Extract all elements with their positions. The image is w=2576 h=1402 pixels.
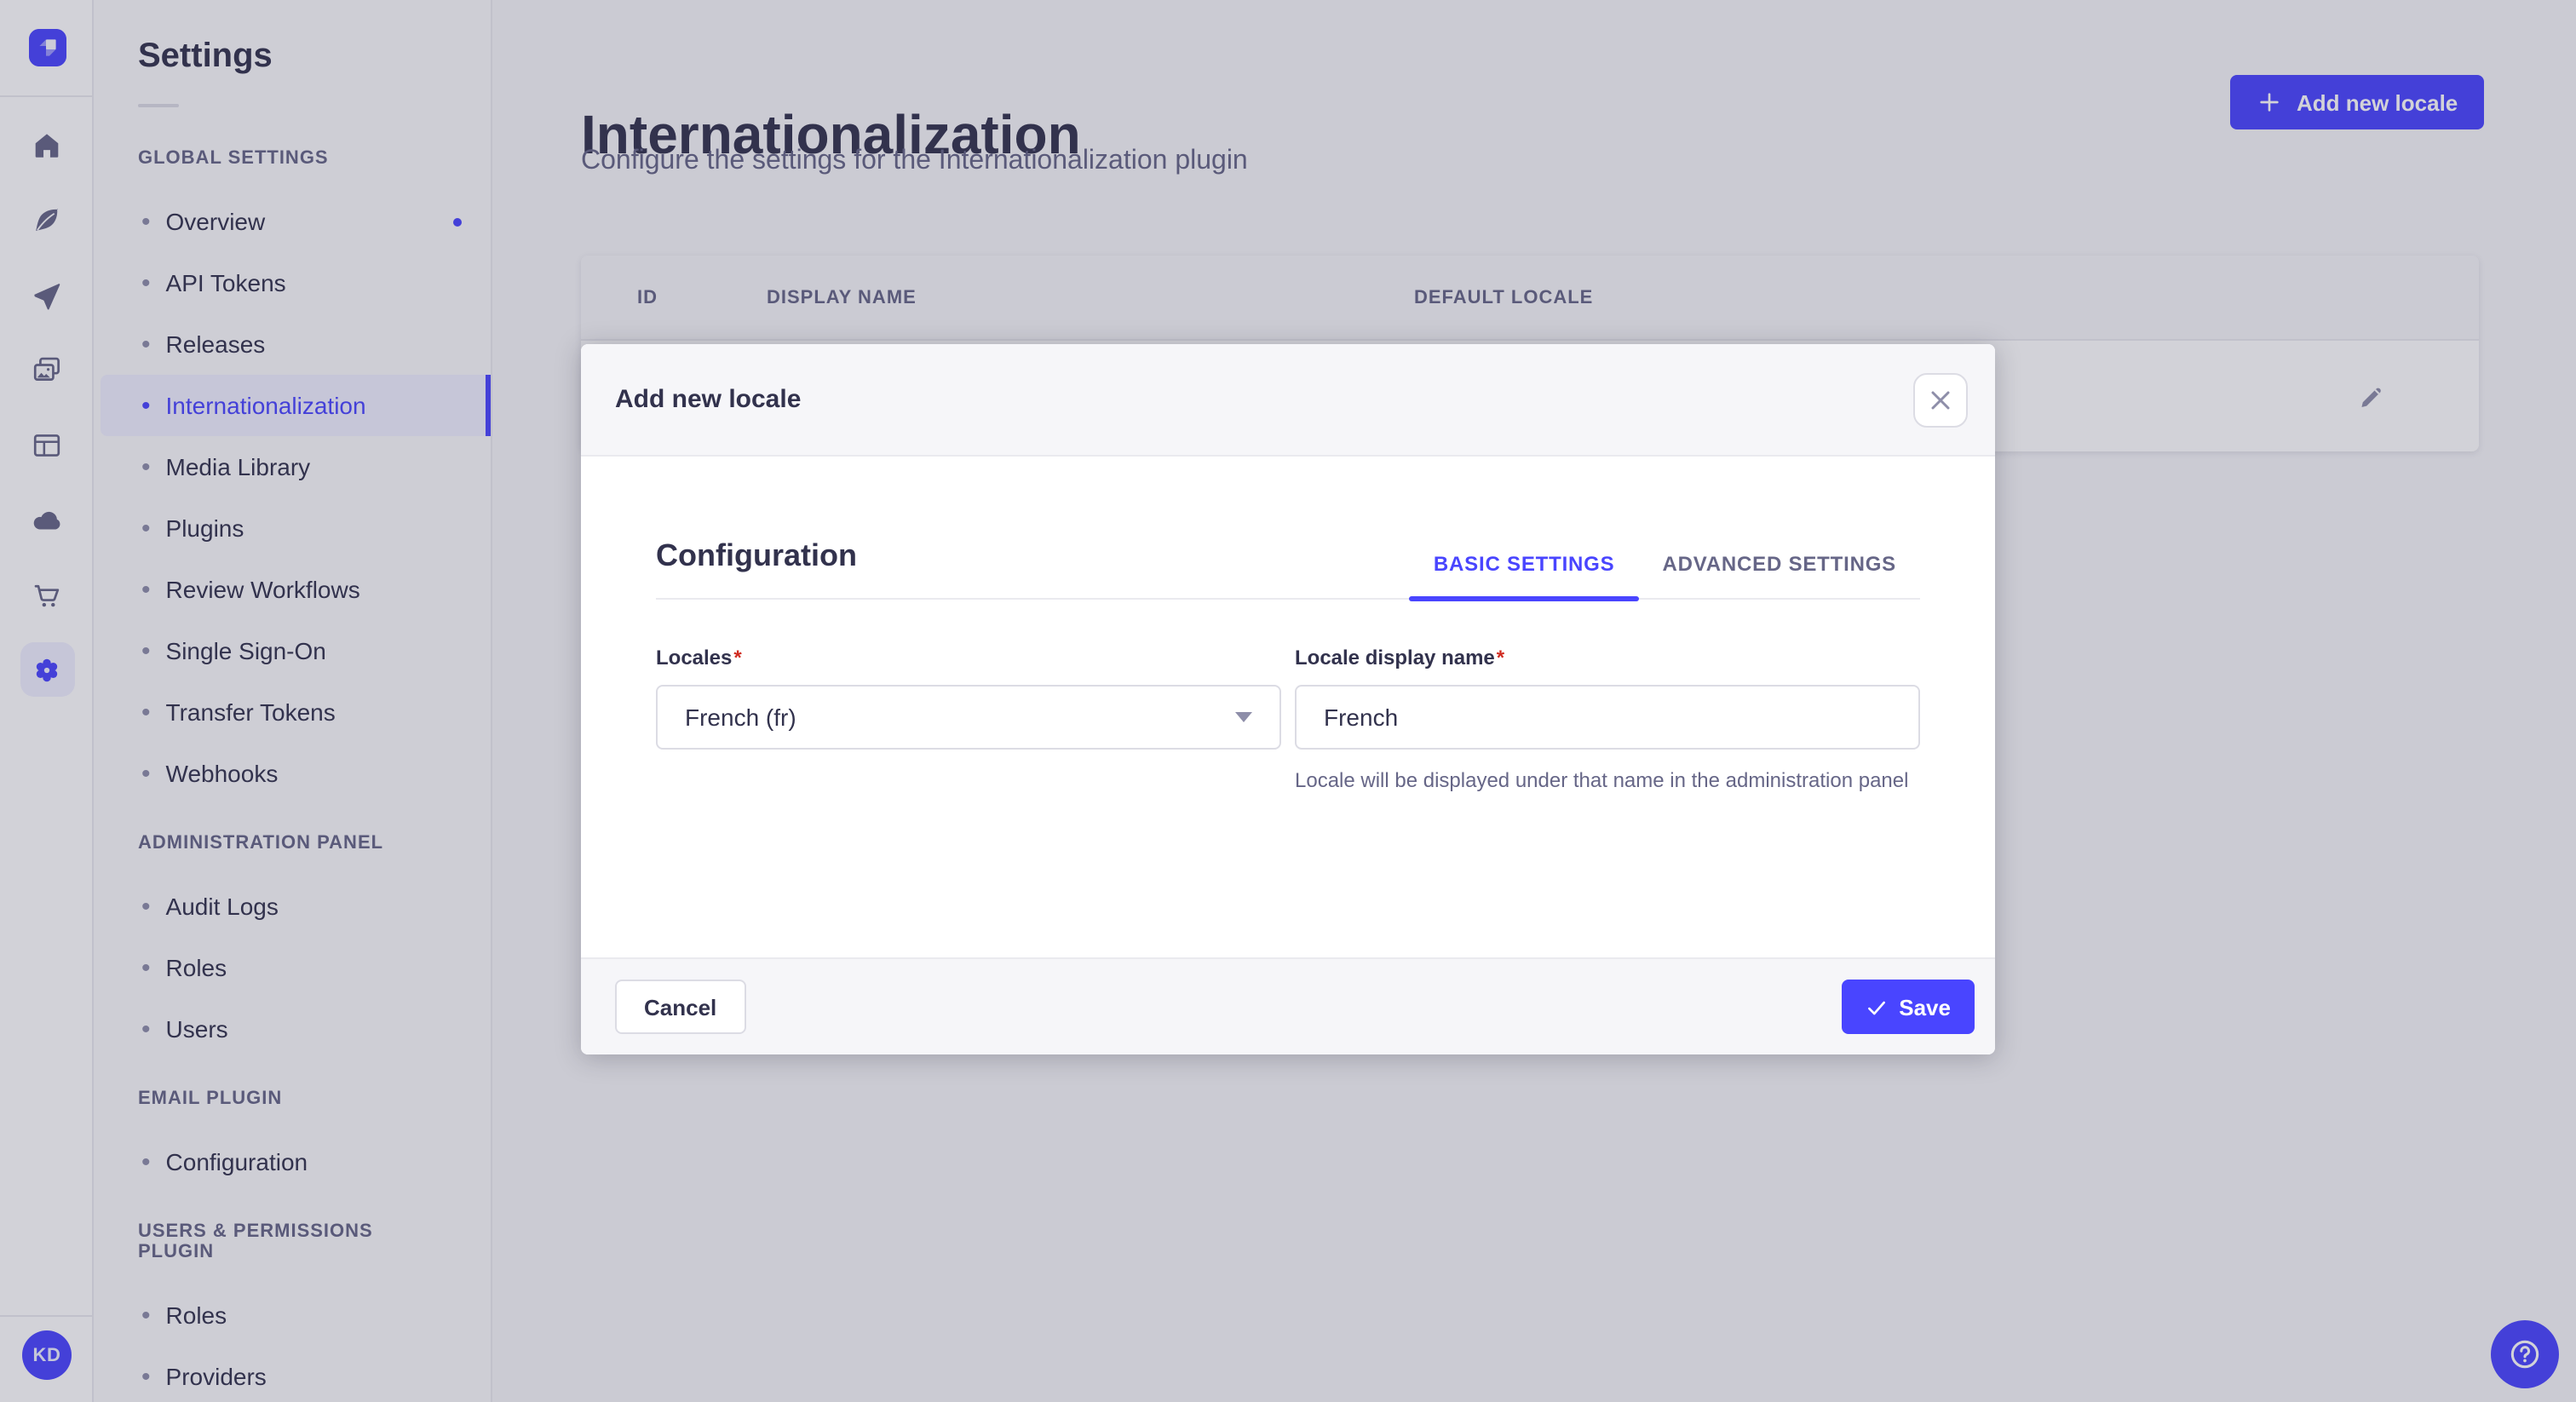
locales-select-value: French (fr) xyxy=(685,704,796,731)
locales-field: Locales * French (fr) xyxy=(656,644,1281,796)
save-button[interactable]: Save xyxy=(1841,980,1975,1034)
locales-label: Locales * xyxy=(656,646,742,669)
display-name-hint: Locale will be displayed under that name… xyxy=(1295,768,1909,792)
modal-tabs-row: Configuration BASIC SETTINGS ADVANCED SET… xyxy=(656,538,1920,601)
add-locale-modal: Add new locale Configuration BASIC SETTI… xyxy=(581,344,1995,1054)
tab-advanced-settings[interactable]: ADVANCED SETTINGS xyxy=(1638,552,1920,598)
chevron-down-icon xyxy=(1235,712,1252,722)
check-icon xyxy=(1865,996,1887,1018)
app-window: Internationalization Configure the setti… xyxy=(0,0,2576,1402)
required-asterisk: * xyxy=(733,646,742,669)
modal-header: Add new locale xyxy=(581,344,1995,457)
modal-footer: Cancel Save xyxy=(581,957,1995,1054)
locales-select[interactable]: French (fr) xyxy=(656,685,1281,750)
display-name-field: Locale display name* Locale will be disp… xyxy=(1295,644,1920,796)
modal-title: Add new locale xyxy=(615,385,802,414)
display-name-input[interactable] xyxy=(1295,685,1920,750)
modal-body: Configuration BASIC SETTINGS ADVANCED SET… xyxy=(581,457,1995,957)
required-asterisk: * xyxy=(1496,646,1505,669)
form-fields-row: Locales * French (fr) Locale display name… xyxy=(656,644,1920,796)
close-button[interactable] xyxy=(1913,372,1968,427)
display-name-label: Locale display name * xyxy=(1295,646,1505,669)
close-icon xyxy=(1930,389,1951,410)
configuration-heading: Configuration xyxy=(656,538,857,572)
cancel-button[interactable]: Cancel xyxy=(615,980,746,1034)
tab-basic-settings[interactable]: BASIC SETTINGS xyxy=(1409,552,1640,601)
